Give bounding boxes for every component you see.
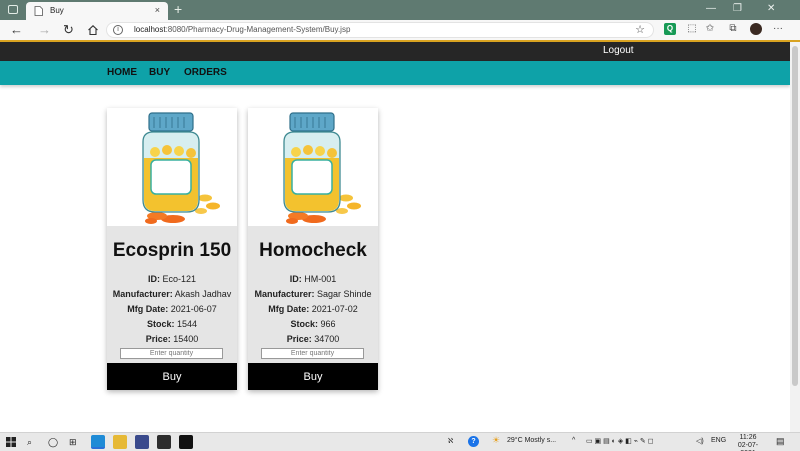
console-icon[interactable]: [179, 435, 193, 449]
product-stock-row: Stock: 966: [290, 319, 336, 329]
people-icon[interactable]: ℵ: [448, 437, 453, 445]
logout-link[interactable]: Logout: [603, 45, 634, 56]
page-icon: [34, 6, 43, 16]
buy-button[interactable]: Buy: [107, 363, 237, 390]
nav-orders[interactable]: ORDERS: [184, 67, 227, 78]
product-stock-row: Stock: 1544: [146, 319, 198, 329]
window-menu-icon[interactable]: [8, 5, 18, 14]
product-manufacturer-row: Manufacturer: Sagar Shinde: [254, 289, 372, 299]
minimize-icon[interactable]: —: [706, 2, 716, 16]
browser-tab-buy[interactable]: Buy ×: [26, 2, 168, 20]
tray-icons[interactable]: ▭ ▣ ▤ ◐ ◈ ◧ ⌁ ✎ ◻: [586, 437, 654, 445]
page-scrollbar[interactable]: [790, 42, 800, 432]
quantity-input[interactable]: [261, 348, 364, 359]
profile-icon[interactable]: [750, 23, 762, 35]
collections-icon[interactable]: ⧉: [727, 23, 739, 35]
restore-icon[interactable]: ❐: [733, 2, 742, 16]
close-window-icon[interactable]: ✕: [767, 2, 775, 16]
product-id-row: ID: HM-001: [289, 274, 337, 284]
product-card: Ecosprin 150 ID: Eco-121 Manufacturer: A…: [107, 108, 237, 390]
product-price-row: Price: 15400: [145, 334, 199, 344]
medicine-bottle-icon: [142, 112, 220, 224]
extensions-puzzle-icon[interactable]: ⬚: [686, 23, 698, 35]
product-image: [248, 108, 378, 226]
notifications-icon[interactable]: ▤: [776, 436, 785, 447]
windows-start-icon[interactable]: [6, 437, 16, 447]
product-name: Ecosprin 150: [112, 240, 232, 261]
top-bar: Logout: [0, 42, 790, 61]
tab-title: Buy: [50, 6, 64, 15]
product-price-row: Price: 34700: [286, 334, 340, 344]
weather-icon[interactable]: ☀: [492, 435, 500, 446]
app-icon[interactable]: [135, 435, 149, 449]
home-icon[interactable]: [87, 24, 99, 36]
weather-text[interactable]: 29°C Mostly s...: [507, 437, 556, 444]
close-tab-icon[interactable]: ×: [155, 5, 160, 15]
star-icon[interactable]: ☆: [635, 23, 645, 36]
medicine-bottle-icon: [283, 112, 361, 224]
product-manufacturer-row: Manufacturer: Akash Jadhav: [112, 289, 232, 299]
info-icon[interactable]: i: [113, 25, 123, 35]
address-bar[interactable]: i localhost:8080/Pharmacy-Drug-Managemen…: [106, 22, 654, 38]
product-id-row: ID: Eco-121: [147, 274, 197, 284]
tray-chevron-icon[interactable]: ^: [572, 437, 575, 444]
search-icon[interactable]: ⌕: [27, 436, 32, 448]
quantity-input[interactable]: [120, 348, 223, 359]
new-tab-button[interactable]: +: [174, 2, 182, 16]
product-image: [107, 108, 237, 226]
help-icon[interactable]: ?: [468, 436, 479, 447]
extension-icon[interactable]: Q: [664, 23, 676, 35]
product-mfg-date-row: Mfg Date: 2021-06-07: [127, 304, 217, 314]
file-explorer-icon[interactable]: [113, 435, 127, 449]
product-card: Homocheck ID: HM-001 Manufacturer: Sagar…: [248, 108, 378, 390]
terminal-icon[interactable]: [157, 435, 171, 449]
nav-buy[interactable]: BUY: [149, 67, 170, 78]
language-indicator[interactable]: ENG: [711, 437, 726, 444]
favorites-icon[interactable]: ✩: [704, 23, 716, 35]
browser-tab-bar: Buy × + — ❐ ✕: [0, 0, 800, 20]
back-icon[interactable]: ←: [10, 21, 23, 39]
taskbar: ⌕ ◯ ⊞ ℵ ? ☀ 29°C Mostly s... ^ ▭ ▣ ▤ ◐ ◈…: [0, 432, 800, 451]
nav-home[interactable]: HOME: [107, 67, 137, 78]
url-text: localhost:8080/Pharmacy-Drug-Management-…: [134, 25, 351, 34]
system-clock[interactable]: 11:26 02-07-2021: [731, 434, 765, 451]
browser-toolbar: ← → ↻ i localhost:8080/Pharmacy-Drug-Man…: [0, 20, 800, 40]
refresh-icon[interactable]: ↻: [63, 21, 74, 39]
task-view-icon[interactable]: ◯: [48, 436, 58, 448]
edge-browser-icon[interactable]: [91, 435, 105, 449]
product-name: Homocheck: [259, 240, 367, 261]
buy-button[interactable]: Buy: [248, 363, 378, 390]
main-navbar: HOME BUY ORDERS: [0, 61, 790, 85]
widgets-icon[interactable]: ⊞: [69, 436, 77, 448]
more-icon[interactable]: ···: [772, 23, 784, 35]
scrollbar-thumb[interactable]: [792, 46, 798, 386]
product-mfg-date-row: Mfg Date: 2021-07-02: [268, 304, 358, 314]
forward-icon[interactable]: →: [38, 21, 51, 39]
volume-icon[interactable]: ◁): [696, 437, 704, 445]
